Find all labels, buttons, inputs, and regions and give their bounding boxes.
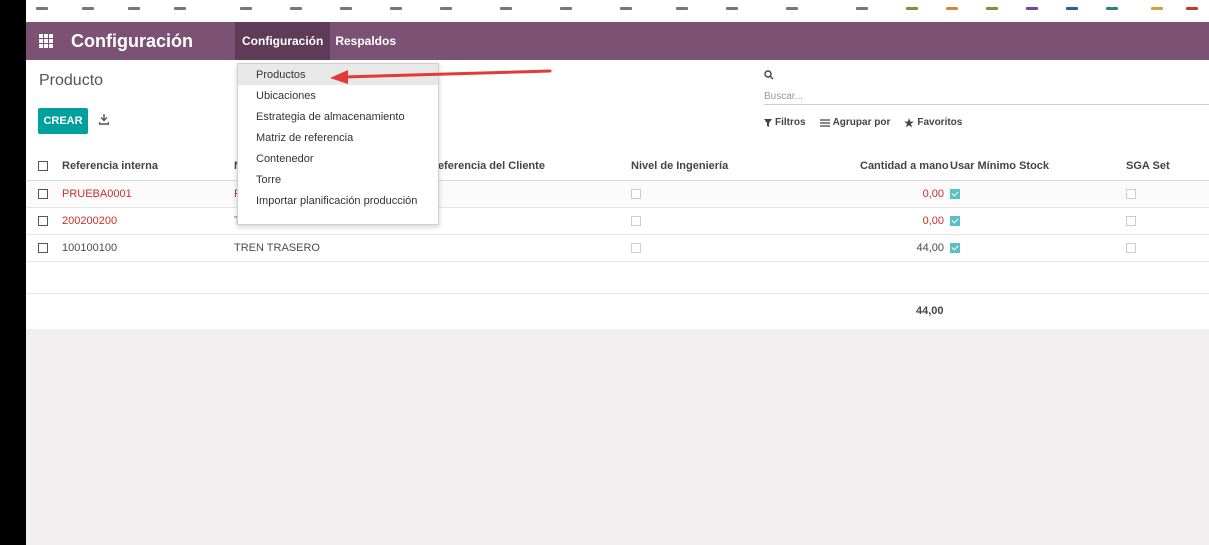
dropdown-item-estrategia[interactable]: Estrategia de almacenamiento <box>238 106 438 127</box>
strip-mark <box>240 7 252 10</box>
table-header-row: Referencia interna N Referencia del Clie… <box>26 151 1209 181</box>
filters-label: Filtros <box>775 117 806 128</box>
strip-mark <box>726 7 738 10</box>
strip-mark <box>500 7 512 10</box>
strip-mark <box>1106 7 1118 10</box>
group-by-label: Agrupar por <box>832 117 891 128</box>
browser-top-strip <box>26 0 1209 22</box>
engineering-checkbox <box>631 216 641 226</box>
dropdown-item-importar[interactable]: Importar planificación producción <box>238 190 438 211</box>
annotation-arrow-icon <box>330 69 552 84</box>
filter-icon <box>764 118 772 127</box>
row-name: TREN TRASERO <box>234 242 320 254</box>
left-black-bar <box>0 0 26 545</box>
product-table: Referencia interna N Referencia del Clie… <box>26 151 1209 262</box>
app-title: Configuración <box>71 30 193 51</box>
strip-mark <box>1186 7 1198 10</box>
search-icon[interactable] <box>764 70 774 80</box>
table-row[interactable]: 100100100 TREN TRASERO 44,00 <box>26 235 1209 262</box>
apps-grid-icon[interactable] <box>39 34 53 48</box>
strip-mark <box>174 7 186 10</box>
download-icon[interactable] <box>99 114 109 125</box>
strip-mark <box>340 7 352 10</box>
col-header-sga[interactable]: SGA Set <box>1126 151 1170 180</box>
favorites-button[interactable]: Favoritos <box>904 117 962 128</box>
strip-mark <box>946 7 958 10</box>
table-row[interactable]: PRUEBA0001 P 0,00 <box>26 181 1209 208</box>
group-by-icon <box>819 118 830 127</box>
menu-respaldos[interactable]: Respaldos <box>330 22 401 60</box>
strip-mark <box>856 7 868 10</box>
strip-mark <box>440 7 452 10</box>
sga-checkbox <box>1126 189 1136 199</box>
configuracion-dropdown-menu: Productos Ubicaciones Estrategia de alma… <box>237 63 439 225</box>
col-header-min-stock[interactable]: Usar Mínimo Stock <box>950 151 1049 180</box>
strip-mark <box>620 7 632 10</box>
top-navbar: Configuración Configuración Respaldos <box>26 22 1209 60</box>
col-header-engineering[interactable]: Nivel de Ingeniería <box>631 151 728 180</box>
page-title: Producto <box>39 72 104 89</box>
table-row[interactable]: 200200200 TREN DELANTERO 0,00 <box>26 208 1209 235</box>
sga-checkbox <box>1126 216 1136 226</box>
star-icon <box>904 117 915 127</box>
col-header-client-ref[interactable]: Referencia del Cliente <box>430 151 545 180</box>
strip-mark <box>36 7 48 10</box>
engineering-checkbox <box>631 189 641 199</box>
strip-mark <box>290 7 302 10</box>
strip-mark <box>390 7 402 10</box>
col-header-qty[interactable]: Cantidad a mano <box>860 151 949 180</box>
strip-mark <box>986 7 998 10</box>
row-qty: 44,00 <box>916 242 944 254</box>
min-stock-checkbox <box>950 216 960 226</box>
dropdown-item-ubicaciones[interactable]: Ubicaciones <box>238 85 438 106</box>
total-quantity: 44,00 <box>916 305 944 317</box>
engineering-checkbox <box>631 243 641 253</box>
row-qty: 0,00 <box>922 188 944 200</box>
favorites-label: Favoritos <box>917 117 963 128</box>
sga-checkbox <box>1126 243 1136 253</box>
min-stock-checkbox <box>950 243 960 253</box>
row-checkbox[interactable] <box>38 189 48 199</box>
top-menu: Configuración Respaldos <box>235 22 401 60</box>
row-checkbox[interactable] <box>38 216 48 226</box>
select-all-checkbox[interactable] <box>38 160 48 171</box>
strip-mark <box>1066 7 1078 10</box>
strip-mark <box>560 7 572 10</box>
min-stock-checkbox <box>950 189 960 199</box>
strip-mark <box>1026 7 1038 10</box>
menu-configuracion[interactable]: Configuración <box>235 22 331 60</box>
col-header-ref[interactable]: Referencia interna <box>62 151 158 180</box>
strip-mark <box>82 7 94 10</box>
strip-mark <box>676 7 688 10</box>
group-by-button[interactable]: Agrupar por <box>819 117 891 128</box>
row-ref: 200200200 <box>62 215 118 227</box>
row-qty: 0,00 <box>922 215 944 227</box>
empty-row <box>26 267 1209 294</box>
dropdown-item-contenedor[interactable]: Contenedor <box>238 148 438 169</box>
row-ref: PRUEBA0001 <box>62 188 132 200</box>
filters-button[interactable]: Filtros <box>764 117 806 128</box>
main-content: Producto CREAR Filtros Agrupar por Favor… <box>26 60 1209 329</box>
dropdown-item-matriz[interactable]: Matriz de referencia <box>238 127 438 148</box>
create-button[interactable]: CREAR <box>38 108 88 134</box>
search-options: Filtros Agrupar por Favoritos <box>764 117 962 128</box>
row-checkbox[interactable] <box>38 243 48 253</box>
strip-mark <box>1151 7 1163 10</box>
strip-mark <box>906 7 918 10</box>
strip-mark <box>128 7 140 10</box>
row-ref: 100100100 <box>62 242 118 254</box>
strip-mark <box>786 7 798 10</box>
dropdown-item-torre[interactable]: Torre <box>238 169 438 190</box>
search-input[interactable] <box>764 89 1209 105</box>
